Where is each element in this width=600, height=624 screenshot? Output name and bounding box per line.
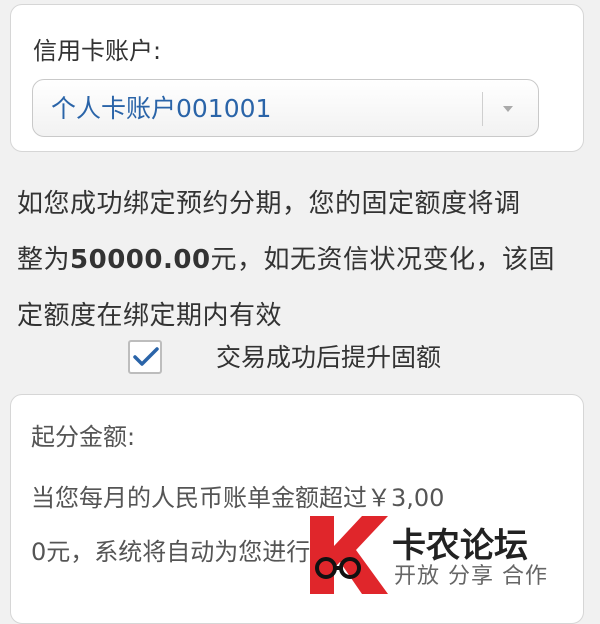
account-select[interactable]: 个人卡账户001001 — [32, 79, 539, 137]
account-select-value: 个人卡账户001001 — [51, 94, 272, 123]
forum-logo-icon — [310, 516, 388, 594]
checkmark-icon — [133, 347, 159, 366]
raise-limit-label: 交易成功后提升固额 — [216, 343, 442, 372]
watermark-slogan: 开放 分享 合作 — [394, 564, 548, 589]
info-line-3: 定额度在绑定期内有效 — [17, 301, 283, 331]
threshold-title: 起分金额: — [31, 423, 136, 451]
forum-watermark: 卡农论坛 开放 分享 合作 — [300, 510, 560, 600]
installment-info-text: 如您成功绑定预约分期，您的固定额度将调 整为50000.00元，如无资信状况变化… — [17, 176, 592, 344]
info-line-2: 整为50000.00元，如无资信状况变化，该固 — [17, 232, 592, 288]
info-line-2-suffix: 元，如无资信状况变化，该固 — [210, 245, 556, 275]
info-line-1: 如您成功绑定预约分期，您的固定额度将调 — [17, 189, 521, 219]
raise-limit-checkbox[interactable] — [128, 340, 162, 374]
chevron-down-icon — [503, 106, 513, 112]
select-divider — [482, 92, 483, 126]
info-line-2-prefix: 整为 — [17, 245, 71, 275]
account-card: 信用卡账户: 个人卡账户001001 — [10, 4, 584, 152]
fixed-limit-amount: 50000.00 — [70, 245, 211, 275]
account-label: 信用卡账户: — [33, 37, 162, 65]
